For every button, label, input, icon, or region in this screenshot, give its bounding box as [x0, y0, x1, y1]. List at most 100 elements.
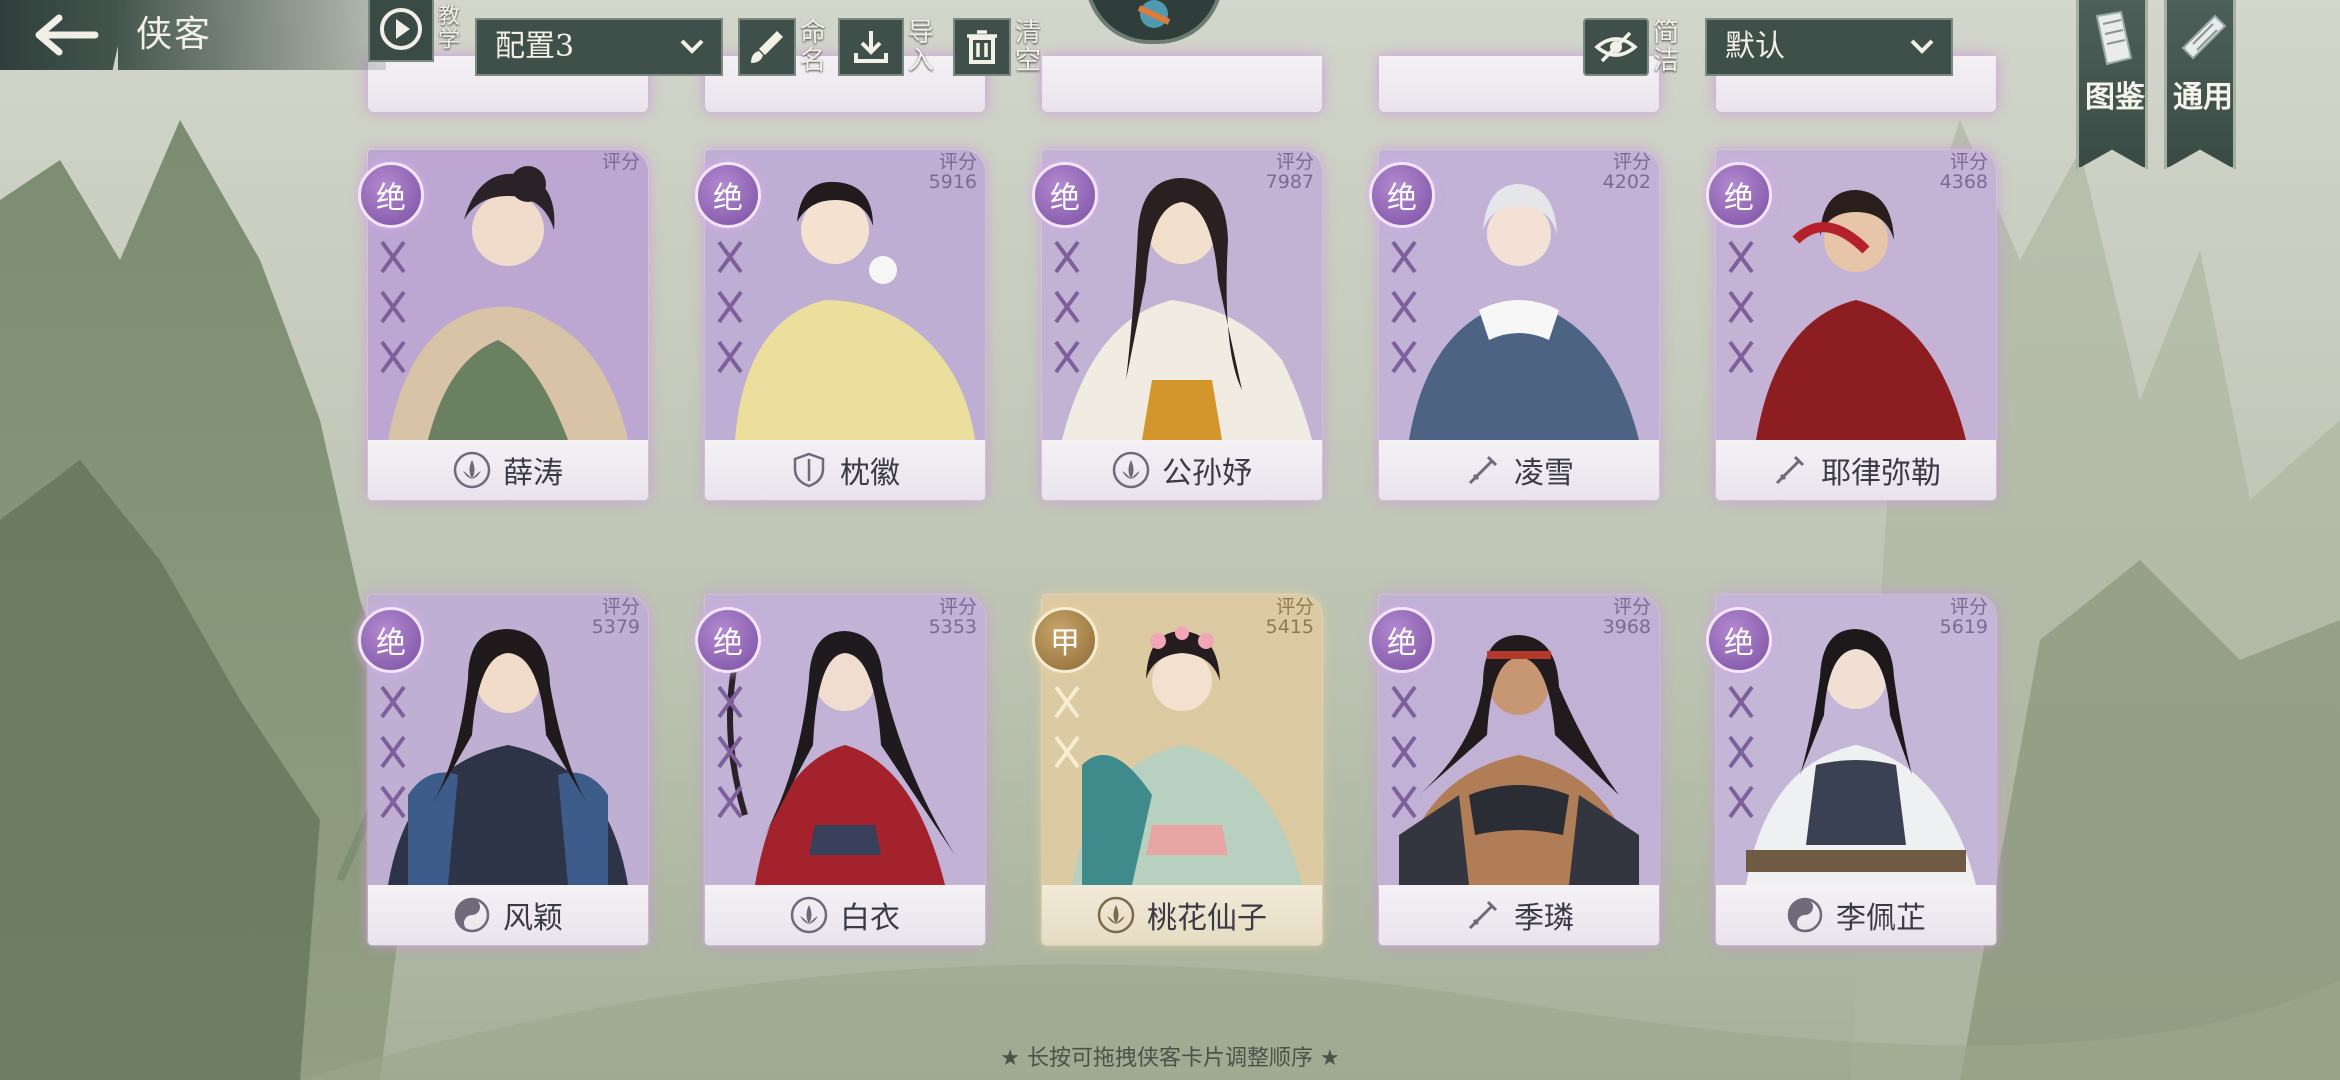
swords-icon: [1054, 685, 1080, 769]
codex-label: 图鉴: [2085, 80, 2145, 115]
hero-card[interactable]: 枕徽 评分 5916 绝: [695, 100, 985, 500]
chevron-down-icon: [1909, 20, 1935, 92]
score-label: 评分: [1949, 151, 1988, 173]
chevron-down-icon: [679, 20, 705, 92]
hero-name-bar: 风颖: [368, 885, 648, 945]
clear-label: 清空: [1015, 18, 1042, 76]
hero-name: 耶律弥勒: [1821, 456, 1941, 491]
score-label: 评分: [1275, 151, 1314, 173]
sort-select-value: 默认: [1725, 29, 1785, 64]
score-block: 评分 5415: [1266, 597, 1314, 637]
hero-name-bar: 季璘: [1379, 885, 1659, 945]
hero-name: 风颖: [503, 901, 563, 936]
general-label: 通用: [2173, 80, 2233, 115]
trash-icon: [953, 18, 1011, 76]
hero-name: 季璘: [1514, 901, 1574, 936]
config-select[interactable]: 配置3: [475, 18, 723, 76]
hero-card[interactable]: 白衣 评分 5353 绝: [695, 545, 985, 945]
taiji-school-icon: [1787, 897, 1823, 933]
score-value: 4202: [1602, 171, 1651, 193]
rank-badge: 绝: [1706, 607, 1772, 673]
hero-name-bar: 薛涛: [368, 440, 648, 500]
score-block: 评分 7987: [1266, 152, 1314, 192]
score-label: 评分: [938, 151, 977, 173]
sword-school-icon: [1468, 900, 1498, 930]
rank-badge: 绝: [1369, 162, 1435, 228]
top-bar: 侠客 教学 配置3 命名 导入 清空 简洁 默认 图鉴 通用: [0, 0, 2340, 170]
config-select-value: 配置3: [495, 29, 575, 64]
rank-badge: 绝: [1032, 162, 1098, 228]
sword-school-icon: [1468, 455, 1498, 485]
score-value: 4368: [1939, 171, 1988, 193]
rank-badge: 绝: [358, 607, 424, 673]
score-block: 评分 5353: [929, 597, 977, 637]
rank-badge: 绝: [1706, 162, 1772, 228]
tutorial-button[interactable]: 教学: [368, 0, 468, 62]
hero-name: 白衣: [840, 901, 900, 936]
lotus-school-icon: [453, 451, 491, 489]
score-label: 评分: [601, 596, 640, 618]
swords-icon: [1054, 240, 1080, 374]
hero-name-bar: 白衣: [705, 885, 985, 945]
score-value: 5353: [928, 616, 977, 638]
hero-card[interactable]: 耶律弥勒 评分 4368 绝: [1706, 100, 1996, 500]
lotus-school-icon: [790, 896, 828, 934]
swords-icon: [380, 240, 406, 374]
rank-badge: 甲: [1032, 607, 1098, 673]
rank-badge: 绝: [695, 607, 761, 673]
score-label: 评分: [1612, 151, 1651, 173]
brush-icon: [738, 18, 796, 76]
score-block: 评分 4368: [1940, 152, 1988, 192]
score-block: 评分 5916: [929, 152, 977, 192]
hero-name: 凌雪: [1514, 456, 1574, 491]
codex-banner-button[interactable]: 图鉴: [2076, 0, 2148, 170]
score-value: 5619: [1939, 616, 1988, 638]
lotus-school-icon: [1112, 451, 1150, 489]
score-label: 评分: [1949, 596, 1988, 618]
swords-icon: [1728, 685, 1754, 819]
score-block: 评分: [602, 152, 640, 172]
book-icon: [2091, 8, 2137, 76]
simple-mode-button[interactable]: 简洁: [1583, 18, 1683, 76]
hero-name: 枕徽: [840, 456, 900, 491]
hero-name-bar: 凌雪: [1379, 440, 1659, 500]
general-banner-button[interactable]: 通用: [2164, 0, 2236, 170]
score-value: 7987: [1265, 171, 1314, 193]
hero-name-bar: 枕徽: [705, 440, 985, 500]
hero-card[interactable]: 风颖 评分 5379 绝: [358, 545, 648, 945]
score-label: 评分: [1275, 596, 1314, 618]
back-button[interactable]: [0, 0, 128, 70]
hero-name-bar: 桃花仙子: [1042, 885, 1322, 945]
hero-card[interactable]: 薛涛 评分 绝: [358, 100, 648, 500]
score-value: 5415: [1265, 616, 1314, 638]
hero-card[interactable]: 李佩芷 评分 5619 绝: [1706, 545, 1996, 945]
download-icon: [838, 18, 904, 76]
hero-name: 桃花仙子: [1147, 901, 1267, 936]
import-label: 导入: [908, 18, 935, 76]
page-title: 侠客: [118, 0, 386, 70]
rename-button[interactable]: 命名: [738, 18, 830, 76]
hero-name: 李佩芷: [1836, 901, 1926, 936]
hero-card[interactable]: 季璘 评分 3968 绝: [1369, 545, 1659, 945]
rank-badge: 绝: [1369, 607, 1435, 673]
hero-name: 薛涛: [503, 456, 563, 491]
sort-select[interactable]: 默认: [1705, 18, 1953, 76]
swords-icon: [717, 685, 743, 819]
swords-icon: [1728, 240, 1754, 374]
score-block: 评分 3968: [1603, 597, 1651, 637]
score-label: 评分: [601, 151, 640, 173]
shield-school-icon: [793, 452, 825, 488]
score-value: 3968: [1602, 616, 1651, 638]
score-block: 评分 5379: [592, 597, 640, 637]
sword-school-icon: [1775, 455, 1805, 485]
hero-card[interactable]: 桃花仙子 评分 5415 甲: [1032, 545, 1322, 945]
swords-icon: [717, 240, 743, 374]
hero-card[interactable]: 公孙妤 评分 7987 绝: [1032, 100, 1322, 500]
hero-card[interactable]: 凌雪 评分 4202 绝: [1369, 100, 1659, 500]
play-icon: [368, 0, 434, 62]
import-button[interactable]: 导入: [838, 18, 938, 76]
emblem-icon: [1085, 0, 1223, 44]
hero-name-bar: 李佩芷: [1716, 885, 1996, 945]
clear-button[interactable]: 清空: [953, 18, 1045, 76]
score-block: 评分 5619: [1940, 597, 1988, 637]
